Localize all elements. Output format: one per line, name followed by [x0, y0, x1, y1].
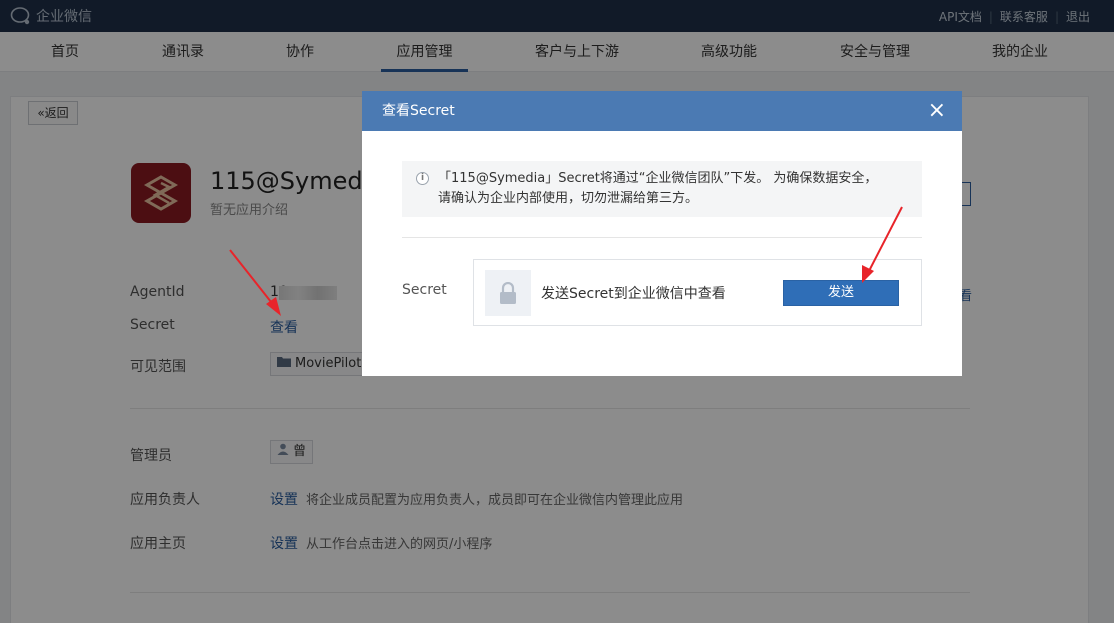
- close-icon[interactable]: ×: [928, 91, 946, 131]
- notice-line-1: 「115@Symedia」Secret将通过“企业微信团队”下发。 为确保数据安…: [438, 171, 878, 186]
- dialog-divider: [402, 237, 922, 238]
- security-notice: i 「115@Symedia」Secret将通过“企业微信团队”下发。 为确保数…: [402, 161, 922, 217]
- dialog-secret-label: Secret: [402, 282, 447, 298]
- dialog-title: 查看Secret: [382, 103, 455, 119]
- send-secret-text: 发送Secret到企业微信中查看: [541, 286, 726, 302]
- send-secret-box: 发送Secret到企业微信中查看 发送: [473, 259, 922, 326]
- notice-line-2: 请确认为企业内部使用，切勿泄漏给第三方。: [438, 191, 699, 206]
- info-icon: i: [416, 172, 429, 185]
- send-button[interactable]: 发送: [783, 280, 899, 306]
- dialog-header: 查看Secret ×: [362, 91, 962, 131]
- lock-icon: [485, 270, 531, 316]
- view-secret-dialog: 查看Secret × i 「115@Symedia」Secret将通过“企业微信…: [362, 91, 962, 376]
